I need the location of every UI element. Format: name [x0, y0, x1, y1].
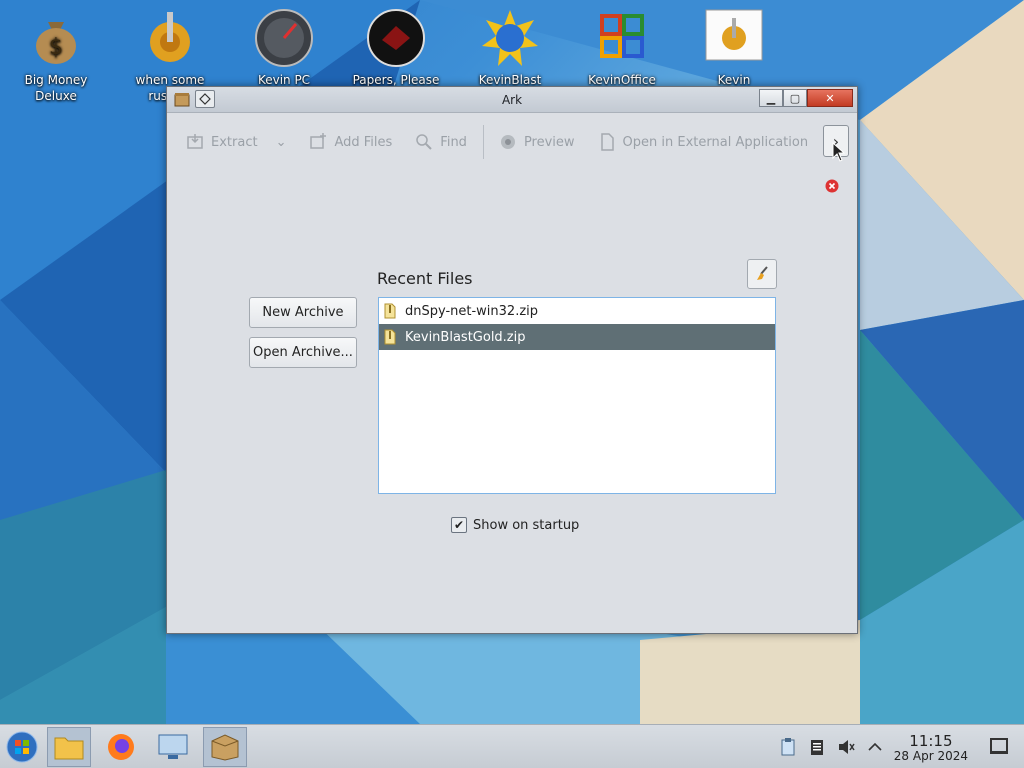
taskbar-file-manager[interactable] — [47, 727, 91, 767]
desktop-icon-label: Big Money Deluxe — [24, 73, 88, 103]
open-external-label: Open in External Application — [622, 134, 809, 150]
file-name: dnSpy-net-win32.zip — [405, 303, 539, 319]
checkmark-icon: ✔ — [453, 518, 465, 532]
archive-box-icon — [211, 734, 239, 761]
clipboard-tray-icon[interactable] — [778, 737, 798, 757]
taskbar-firefox[interactable] — [99, 727, 143, 767]
papers-please-emblem-icon — [367, 9, 425, 67]
desktop-icon-big-money-deluxe[interactable]: $ Big Money Deluxe — [8, 8, 104, 104]
office-logo-icon — [600, 14, 644, 58]
taskbar-system-settings[interactable] — [151, 727, 195, 767]
clock-time: 11:15 — [909, 732, 953, 750]
mouse-cursor-icon — [832, 142, 846, 162]
zip-file-icon — [384, 303, 396, 319]
start-menu-button[interactable] — [0, 727, 44, 767]
taskbar: 11:15 28 Apr 2024 — [0, 724, 1024, 768]
search-icon — [416, 134, 433, 150]
ark-window: Ark ▁ ▢ ✕ Extract ⌄ Add Files Find Previ… — [166, 86, 858, 634]
find-button[interactable]: Find — [414, 127, 467, 157]
gear-tile-icon — [705, 9, 763, 61]
maximize-icon: ▢ — [789, 91, 801, 105]
broom-icon — [757, 266, 768, 280]
clock[interactable]: 11:15 28 Apr 2024 — [894, 733, 968, 763]
open-archive-button[interactable]: Open Archive... — [249, 337, 357, 368]
close-icon: ✕ — [825, 91, 835, 105]
document-icon — [600, 133, 614, 151]
show-on-startup-option[interactable]: ✔ Show on startup — [451, 517, 579, 533]
computer-icon — [158, 734, 188, 759]
minimize-button[interactable]: ▁ — [759, 89, 783, 107]
clear-recent-button[interactable] — [747, 259, 777, 289]
recent-files-title: Recent Files — [377, 269, 473, 288]
speedometer-icon — [255, 9, 313, 67]
open-external-button[interactable]: Open in External Application — [597, 127, 809, 157]
add-files-button[interactable]: Add Files — [308, 127, 392, 157]
close-button[interactable]: ✕ — [807, 89, 853, 107]
list-item[interactable]: dnSpy-net-win32.zip — [379, 298, 775, 324]
toolbar-separator — [482, 125, 484, 159]
window-title: Ark — [501, 93, 523, 107]
taskbar-ark[interactable] — [203, 727, 247, 767]
preview-label: Preview — [523, 134, 575, 150]
show-on-startup-checkbox[interactable]: ✔ — [451, 517, 467, 533]
chevron-up-icon[interactable] — [865, 737, 885, 757]
preview-icon — [500, 135, 515, 149]
list-item[interactable]: KevinBlastGold.zip — [379, 324, 775, 350]
folder-icon — [54, 737, 84, 760]
gear-icon — [150, 12, 190, 62]
money-bag-icon: $ — [36, 22, 76, 64]
sun-globe-icon — [482, 10, 538, 66]
extract-icon — [187, 134, 203, 149]
windows-orb-icon — [6, 731, 38, 763]
desktop-icon-papers-please[interactable]: Papers, Please — [348, 8, 444, 88]
add-files-icon — [310, 133, 327, 149]
new-archive-button[interactable]: New Archive — [249, 297, 357, 328]
find-label: Find — [440, 134, 467, 150]
firefox-icon — [108, 734, 134, 760]
window-titlebar[interactable]: Ark ▁ ▢ ✕ — [167, 87, 857, 113]
preview-button[interactable]: Preview — [498, 127, 575, 157]
show-on-startup-label: Show on startup — [473, 517, 580, 533]
volume-muted-icon[interactable] — [836, 737, 856, 757]
error-close-icon[interactable] — [825, 179, 839, 193]
main-toolbar: Extract ⌄ Add Files Find Preview Open in… — [167, 113, 857, 171]
extract-button[interactable]: Extract ⌄ — [185, 127, 286, 157]
show-desktop-button[interactable] — [990, 738, 1008, 754]
svg-text:$: $ — [49, 35, 63, 60]
maximize-button[interactable]: ▢ — [783, 89, 807, 107]
extract-label: Extract — [211, 134, 258, 150]
minimize-icon: ▁ — [766, 91, 776, 105]
clock-date: 28 Apr 2024 — [893, 749, 968, 763]
zip-file-icon — [384, 329, 396, 345]
add-files-label: Add Files — [334, 134, 393, 150]
recent-files-list[interactable]: dnSpy-net-win32.zip KevinBlastGold.zip — [378, 297, 776, 494]
notes-tray-icon[interactable] — [807, 737, 827, 757]
chevron-down-icon[interactable]: ⌄ — [276, 135, 287, 150]
file-name: KevinBlastGold.zip — [405, 329, 526, 345]
